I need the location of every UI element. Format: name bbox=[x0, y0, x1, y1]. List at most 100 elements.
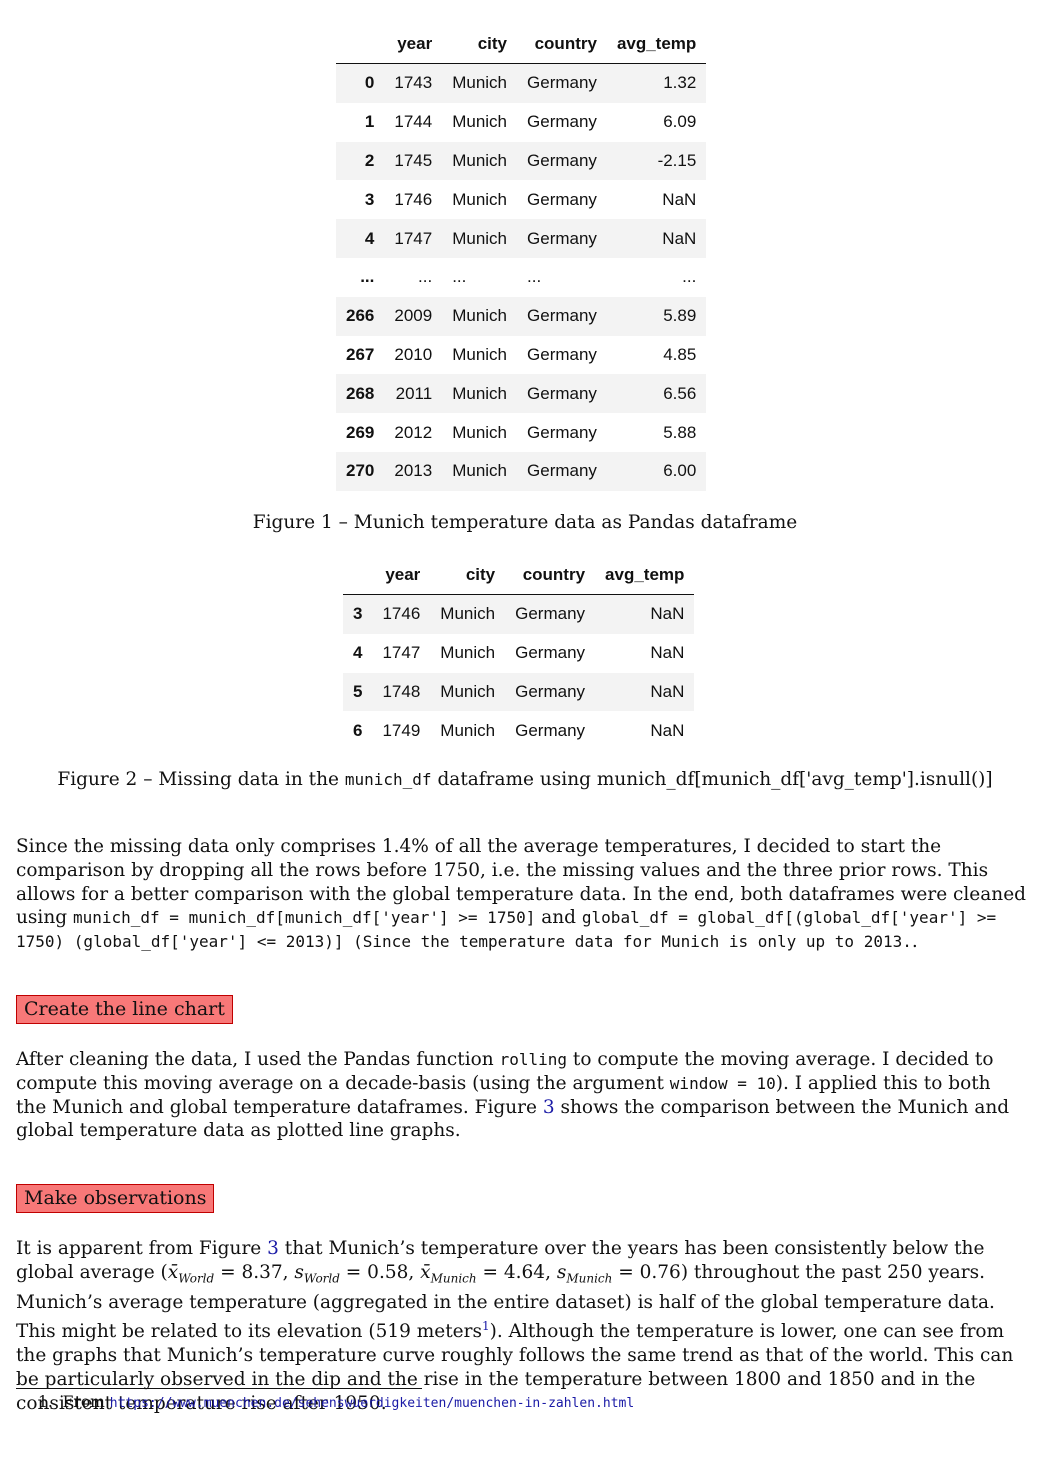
math-text: = 4.64, bbox=[476, 1261, 557, 1283]
paragraph-text: It is apparent from Figure bbox=[16, 1238, 268, 1259]
figure-reference-link[interactable]: 3 bbox=[267, 1238, 279, 1259]
paragraph-text: . bbox=[911, 931, 918, 953]
country-cell: Germany bbox=[527, 189, 597, 209]
avg-temp-cell: NaN bbox=[662, 189, 697, 209]
country-cell: Germany bbox=[515, 643, 586, 663]
index-cell: 269 bbox=[346, 422, 375, 442]
year-cell: 2013 bbox=[394, 461, 433, 481]
country-cell: Germany bbox=[527, 422, 597, 442]
country-cell: Germany bbox=[515, 604, 586, 624]
avg-temp-header: avg_temp bbox=[606, 25, 707, 64]
missing-data-table: year city country avg_temp 3 1746 Munich Ge… bbox=[343, 556, 695, 751]
avg-temp-cell: 4.85 bbox=[663, 344, 697, 364]
footnote-url-link[interactable]: https://www.muenchen.de/sehenswuerdigkei… bbox=[110, 1396, 634, 1411]
index-cell: 270 bbox=[346, 461, 375, 481]
avg-temp-cell: NaN bbox=[650, 681, 685, 701]
country-cell: Germany bbox=[527, 306, 597, 326]
city-cell: ... bbox=[452, 267, 467, 287]
year-header: year bbox=[372, 556, 431, 595]
year-cell: 1748 bbox=[382, 681, 421, 701]
math-subscript: Munich bbox=[430, 1271, 477, 1286]
year-cell: ... bbox=[418, 267, 433, 287]
table-row: 0 1743 Munich Germany 1.32 bbox=[336, 63, 707, 103]
avg-temp-cell: 6.09 bbox=[663, 112, 697, 132]
math-text: = 0.76 bbox=[612, 1261, 681, 1283]
country-cell: ... bbox=[527, 267, 542, 287]
inline-code: rolling bbox=[499, 1050, 568, 1069]
caption-text: dataframe using munich_df[munich_df['avg… bbox=[431, 769, 993, 790]
caption-code: munich_df bbox=[344, 770, 432, 789]
city-header: city bbox=[442, 25, 518, 64]
section-heading-create-line-chart: Create the line chart bbox=[16, 995, 233, 1024]
city-cell: Munich bbox=[452, 73, 508, 93]
index-header bbox=[343, 556, 373, 595]
math-subscript: World bbox=[178, 1271, 215, 1286]
year-cell: 2009 bbox=[394, 306, 433, 326]
avg-temp-cell: 5.88 bbox=[663, 422, 697, 442]
table-row: 4 1747 Munich Germany NaN bbox=[343, 634, 694, 673]
inline-code: munich_df = munich_df[munich_df['year'] … bbox=[72, 908, 536, 928]
year-cell: 1747 bbox=[382, 643, 421, 663]
country-cell: Germany bbox=[527, 150, 597, 170]
math-subscript: World bbox=[303, 1271, 340, 1286]
year-cell: 1743 bbox=[394, 73, 433, 93]
city-cell: Munich bbox=[452, 228, 508, 248]
caption-text: Figure 2 – Missing data in the bbox=[57, 769, 345, 790]
math-text: = 0.58, bbox=[339, 1261, 421, 1283]
avg-temp-header: avg_temp bbox=[595, 556, 695, 595]
table-row: 3 1746 Munich Germany NaN bbox=[336, 180, 706, 219]
city-cell: Munich bbox=[440, 604, 496, 624]
city-cell: Munich bbox=[452, 306, 508, 326]
table-row: 1 1744 Munich Germany 6.09 bbox=[336, 103, 706, 142]
table-row: ............... bbox=[336, 258, 706, 297]
avg-temp-cell: 1.32 bbox=[663, 73, 697, 93]
avg-temp-cell: NaN bbox=[662, 228, 697, 248]
country-cell: Germany bbox=[527, 383, 597, 403]
math-text: = 8.37, bbox=[214, 1261, 295, 1283]
footnote-number: 1. bbox=[38, 1393, 53, 1411]
index-cell: 4 bbox=[364, 228, 375, 248]
year-cell: 1746 bbox=[394, 189, 433, 209]
year-cell: 1744 bbox=[394, 112, 433, 132]
year-cell: 1749 bbox=[382, 720, 421, 740]
avg-temp-cell: NaN bbox=[650, 604, 685, 624]
index-cell: 266 bbox=[346, 306, 375, 326]
line-chart-paragraph: After cleaning the data, I used the Pand… bbox=[16, 1048, 1026, 1143]
index-cell: 0 bbox=[364, 73, 375, 93]
city-cell: Munich bbox=[440, 681, 496, 701]
index-cell: ... bbox=[360, 267, 375, 287]
table-row: 5 1748 Munich Germany NaN bbox=[343, 672, 695, 712]
table-row: 2 1745 Munich Germany -2.15 bbox=[336, 141, 707, 181]
city-cell: Munich bbox=[452, 344, 508, 364]
table-header-row: year city country avg_temp bbox=[336, 25, 707, 64]
avg-temp-cell: NaN bbox=[650, 643, 685, 663]
table-row: 3 1746 Munich Germany NaN bbox=[343, 594, 695, 634]
math-symbol: s bbox=[294, 1261, 304, 1283]
city-cell: Munich bbox=[452, 112, 508, 132]
inline-code: window = 10 bbox=[669, 1073, 776, 1093]
avg-temp-cell: -2.15 bbox=[657, 150, 697, 170]
figure-reference-link[interactable]: 3 bbox=[543, 1097, 555, 1118]
year-cell: 2012 bbox=[394, 422, 433, 442]
figure-2-caption: Figure 2 – Missing data in the munich_df… bbox=[0, 769, 1050, 790]
footnote-text: From bbox=[62, 1393, 110, 1411]
country-header: country bbox=[505, 556, 596, 595]
table-body: 3 1746 Munich Germany NaN 4 1747 Munich Germany N… bbox=[343, 594, 695, 751]
city-cell: Munich bbox=[440, 720, 496, 740]
table-row: 268 2011 Munich Germany 6.56 bbox=[336, 374, 707, 414]
figure-1-caption: Figure 1 – Munich temperature data as Pa… bbox=[252, 512, 798, 533]
year-cell: 1745 bbox=[394, 150, 433, 170]
paragraph-text: and bbox=[535, 907, 582, 929]
index-cell: 268 bbox=[346, 383, 375, 403]
footnote: 1. From https://www.muenchen.de/sehenswu… bbox=[38, 1393, 634, 1411]
country-cell: Germany bbox=[527, 228, 597, 248]
country-cell: Germany bbox=[515, 681, 586, 701]
table-row: 4 1747 Munich Germany NaN bbox=[336, 219, 707, 258]
table-row: 266 2009 Munich Germany 5.89 bbox=[336, 296, 707, 336]
table-body: 0 1743 Munich Germany 1.32 1 1744 Munich Germany… bbox=[336, 63, 707, 491]
year-header: year bbox=[384, 25, 443, 64]
year-cell: 2011 bbox=[395, 383, 433, 403]
country-cell: Germany bbox=[527, 344, 597, 364]
footnote-reference-link[interactable]: 1 bbox=[482, 1319, 490, 1333]
math-symbol: x̄ bbox=[420, 1261, 431, 1283]
